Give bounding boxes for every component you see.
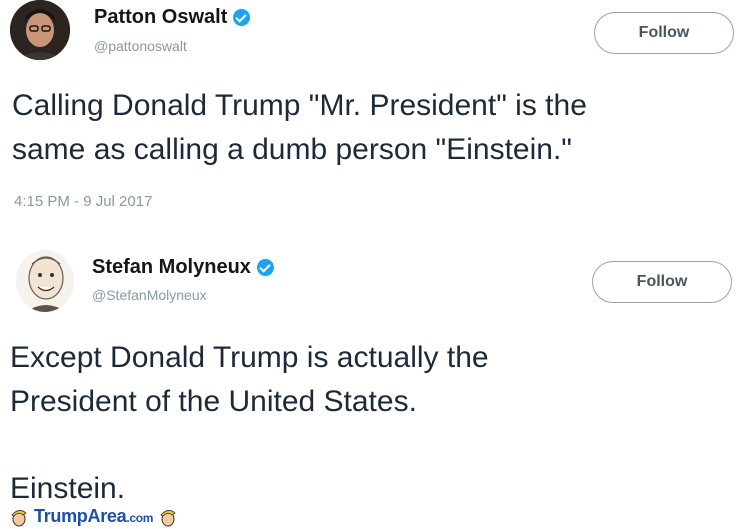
trump-face-icon xyxy=(160,509,176,526)
follow-button[interactable]: Follow xyxy=(592,261,732,303)
display-name[interactable]: Patton Oswalt xyxy=(94,6,227,29)
user-handle[interactable]: @pattonoswalt xyxy=(94,38,187,54)
follow-button[interactable]: Follow xyxy=(594,12,734,54)
avatar-caricature-icon xyxy=(16,250,74,312)
watermark-text: TrumpArea.com xyxy=(34,506,154,526)
verified-badge-icon xyxy=(233,9,251,26)
tweet-text: Calling Donald Trump "Mr. President" is … xyxy=(12,89,587,166)
display-name[interactable]: Stefan Molyneux xyxy=(92,256,251,279)
trump-face-icon xyxy=(11,509,27,526)
author-row: Stefan Molyneux xyxy=(92,256,274,279)
author-row: Patton Oswalt xyxy=(94,6,251,29)
tweet-text: Except Donald Trump is actually the Pres… xyxy=(10,341,489,505)
avatar[interactable] xyxy=(10,0,70,60)
watermark-footer: TrumpArea.com xyxy=(0,506,740,529)
verified-badge-icon xyxy=(256,259,274,276)
user-handle[interactable]: @StefanMolyneux xyxy=(92,287,207,303)
tweet-patton-oswalt: Patton Oswalt @pattonoswalt Follow Calli… xyxy=(0,0,740,220)
avatar-photo-icon xyxy=(10,0,70,60)
avatar[interactable] xyxy=(16,250,74,312)
tweet-timestamp[interactable]: 4:15 PM - 9 Jul 2017 xyxy=(14,193,152,210)
watermark-logo: TrumpArea.com xyxy=(10,506,177,527)
